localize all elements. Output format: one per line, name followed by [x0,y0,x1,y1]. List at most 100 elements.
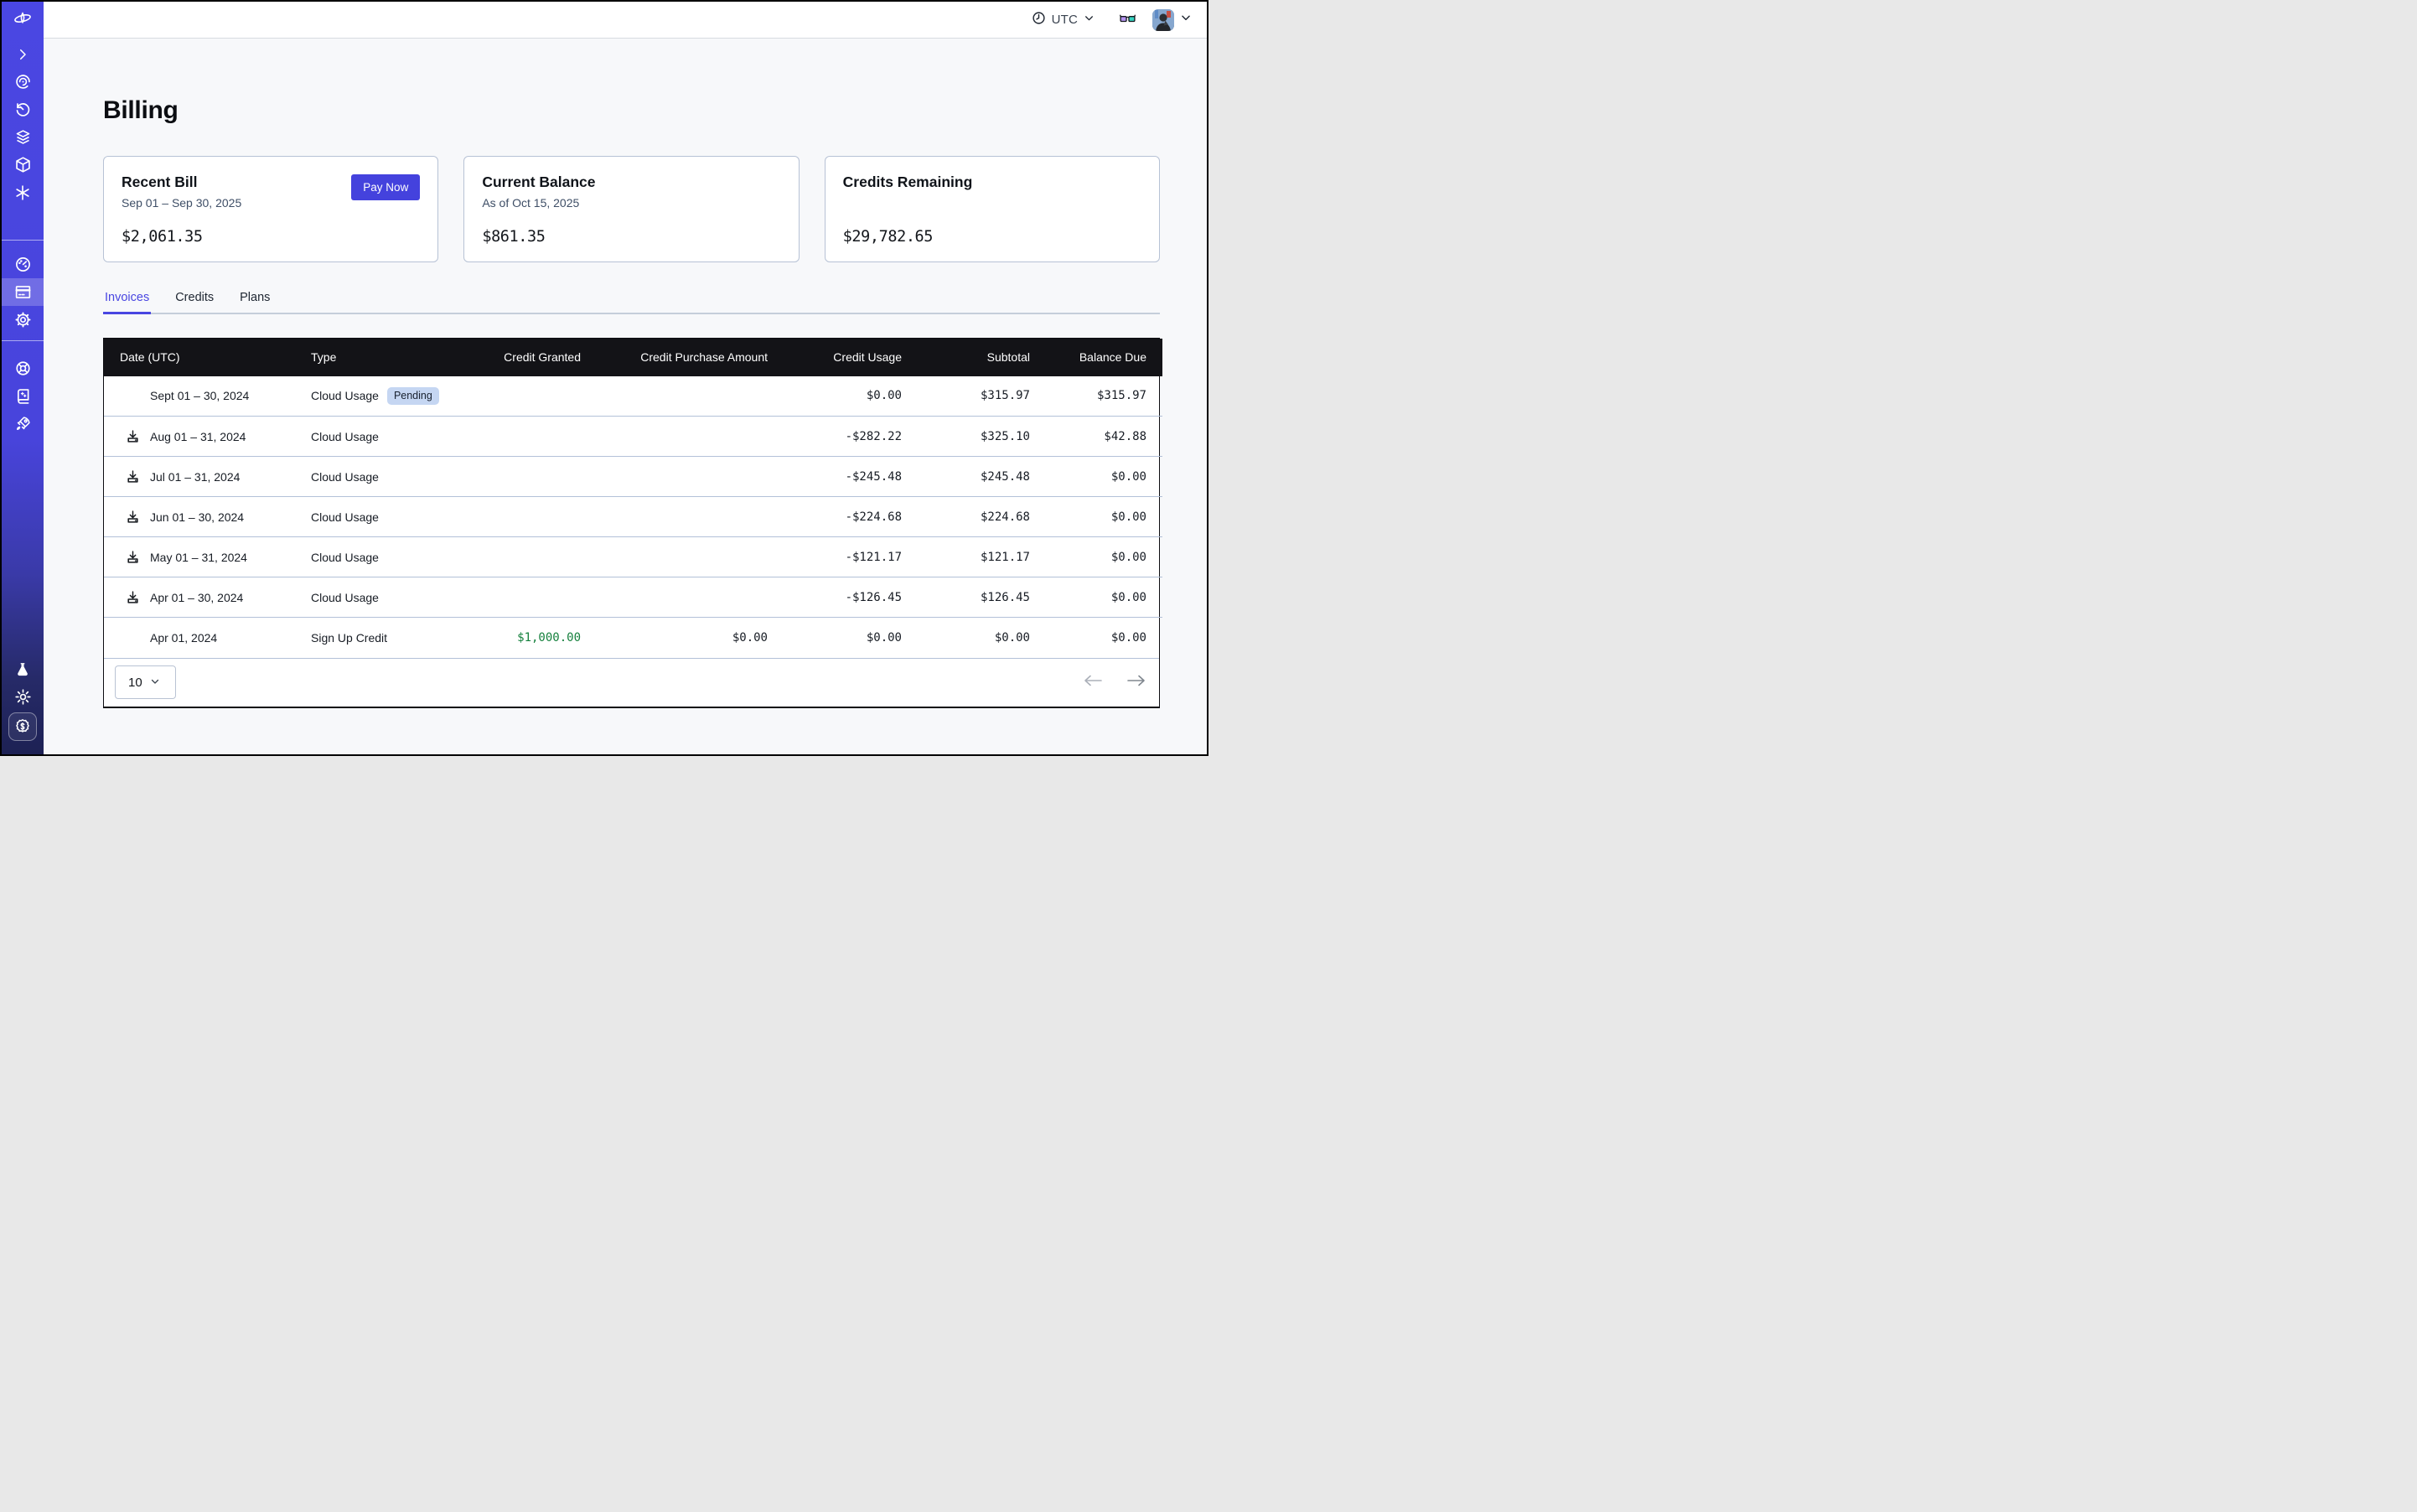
download-icon[interactable] [126,550,140,564]
table-row: Apr 01, 2024 Sign Up Credit $1,000.00 $0… [104,618,1162,658]
spiral-eye-icon [14,73,32,91]
reader-mode-button[interactable] [1120,13,1136,28]
sidebar [2,2,44,754]
balance-due-value: $315.97 [1030,376,1162,417]
download-icon[interactable] [126,510,140,524]
credit-purchase-value: $0.00 [581,618,768,658]
sidebar-item-settings[interactable] [2,306,44,334]
credit-purchase-value [581,457,768,497]
credit-purchase-value [581,417,768,457]
credit-usage-value: $0.00 [768,618,902,658]
credit-purchase-value [581,537,768,577]
tab-credits[interactable]: Credits [173,291,215,314]
credit-granted-value: $1,000.00 [470,618,581,658]
invoice-date: Jun 01 – 30, 2024 [150,510,244,524]
tab-plans[interactable]: Plans [238,291,272,314]
credits-promo-button[interactable] [8,712,37,741]
col-balance-due: Balance Due [1030,339,1162,376]
subtotal-value: $0.00 [902,618,1030,658]
download-icon[interactable] [126,590,140,604]
account-chevron-down-icon[interactable] [1180,12,1192,28]
card-title: Credits Remaining [843,173,973,191]
credit-purchase-value [581,376,768,417]
chevron-down-icon [1084,13,1095,28]
table-header-row: Date (UTC) Type Credit Granted Credit Pu… [104,339,1162,376]
tab-invoices[interactable]: Invoices [103,291,151,314]
credits-remaining-card: Credits Remaining $29,782.65 [825,156,1160,262]
invoices-table: Date (UTC) Type Credit Granted Credit Pu… [103,338,1160,708]
status-badge: Pending [387,387,439,405]
credit-usage-value: $0.00 [768,376,902,417]
card-title: Recent Bill [122,173,241,191]
subtotal-value: $126.45 [902,577,1030,618]
balance-due-value: $42.88 [1030,417,1162,457]
timezone-label: UTC [1052,13,1078,27]
balance-due-value: $0.00 [1030,618,1162,658]
timezone-selector[interactable]: UTC [1032,11,1095,29]
credit-granted-value [470,417,581,457]
sidebar-item-history[interactable] [2,96,44,123]
table-footer: 10 [104,658,1159,707]
clock-icon [1032,11,1046,29]
table-row: Jul 01 – 31, 2024 Cloud Usage -$245.48 $… [104,457,1162,497]
page-size-value: 10 [128,676,142,690]
credit-granted-value [470,457,581,497]
recent-bill-amount: $2,061.35 [122,228,420,246]
app-logo-icon[interactable] [2,2,44,40]
pay-now-button[interactable]: Pay Now [351,174,420,200]
prev-page-arrow-icon[interactable] [1083,674,1103,691]
credit-granted-value [470,497,581,537]
subtotal-value: $325.10 [902,417,1030,457]
invoice-type: Cloud Usage [311,591,379,604]
invoice-date: Apr 01, 2024 [150,631,217,645]
sidebar-item-usage[interactable] [2,251,44,278]
sidebar-item-layers[interactable] [2,123,44,151]
credits-remaining-amount: $29,782.65 [843,228,1141,246]
chevron-right-icon [15,47,30,62]
sidebar-item-docs[interactable] [2,382,44,410]
credit-usage-value: -$282.22 [768,417,902,457]
balance-due-value: $0.00 [1030,497,1162,537]
invoice-type: Cloud Usage [311,470,379,484]
book-sparkle-icon [14,387,32,405]
sidebar-item-billing[interactable] [2,278,44,306]
layers-icon [14,128,32,146]
sidebar-item-asterisk[interactable] [2,179,44,206]
sidebar-item-getting-started[interactable] [2,410,44,438]
subtotal-value: $224.68 [902,497,1030,537]
dollar-badge-icon [13,717,32,736]
credit-granted-value [470,376,581,417]
sidebar-item-observe[interactable] [2,68,44,96]
sidebar-item-expand[interactable] [2,40,44,68]
card-subtitle [843,196,973,210]
invoice-table-body: Sept 01 – 30, 2024 Cloud Usage Pending $… [104,376,1162,658]
sidebar-item-help[interactable] [2,355,44,382]
subtotal-value: $245.48 [902,457,1030,497]
table-row: Sept 01 – 30, 2024 Cloud Usage Pending $… [104,376,1162,417]
flask-icon [14,661,31,678]
credit-granted-value [470,537,581,577]
invoice-date: Aug 01 – 31, 2024 [150,430,246,443]
invoice-type: Sign Up Credit [311,631,387,645]
invoice-date: Apr 01 – 30, 2024 [150,591,243,604]
next-page-arrow-icon[interactable] [1126,674,1146,691]
card-title: Current Balance [482,173,595,191]
download-icon[interactable] [126,469,140,484]
balance-due-value: $0.00 [1030,577,1162,618]
balance-due-value: $0.00 [1030,537,1162,577]
sidebar-item-labs[interactable] [2,655,44,683]
sidebar-item-cube[interactable] [2,151,44,179]
credit-purchase-value [581,497,768,537]
sidebar-item-theme[interactable] [2,683,44,711]
glasses-icon [1120,13,1136,28]
user-avatar[interactable] [1152,9,1174,31]
table-row: Apr 01 – 30, 2024 Cloud Usage -$126.45 $… [104,577,1162,618]
download-icon[interactable] [126,429,140,443]
invoice-type: Cloud Usage [311,389,379,402]
invoice-date: Jul 01 – 31, 2024 [150,470,240,484]
chevron-down-icon [150,676,160,690]
invoice-type: Cloud Usage [311,510,379,524]
page-size-select[interactable]: 10 [115,665,176,699]
col-date: Date (UTC) [104,339,311,376]
pagination-arrows [1083,674,1146,691]
